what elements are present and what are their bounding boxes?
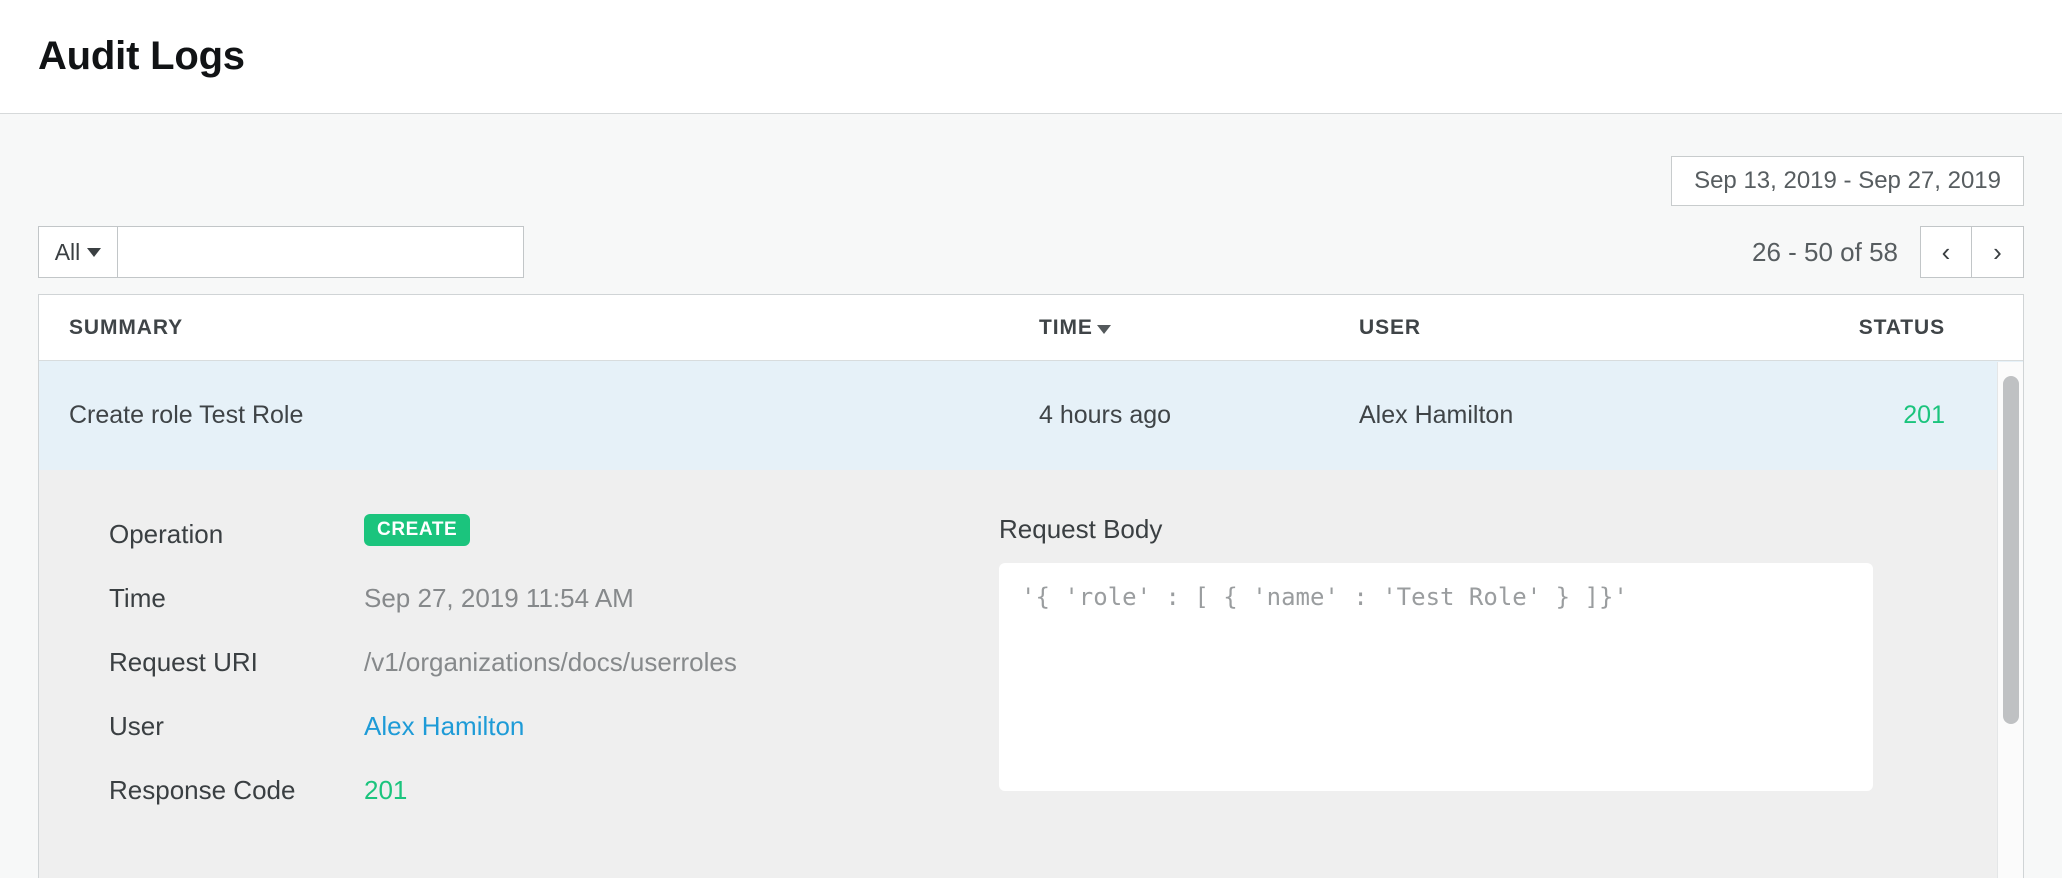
row-time: 4 hours ago — [1039, 401, 1359, 430]
chevron-left-icon: ‹ — [1942, 237, 1951, 268]
search-input[interactable] — [118, 226, 524, 278]
column-header-status[interactable]: STATUS — [1689, 316, 2023, 340]
request-body-section: Request Body '{ 'role' : [ { 'name' : 'T… — [999, 514, 2023, 834]
detail-label-user: User — [109, 706, 364, 746]
prev-page-button[interactable]: ‹ — [1920, 226, 1972, 278]
row-status: 201 — [1689, 401, 2023, 430]
row-detail-panel: Operation CREATE Time Sep 27, 2019 11:54… — [39, 470, 2023, 878]
detail-label-request-uri: Request URI — [109, 642, 364, 682]
pager-buttons: ‹ › — [1920, 226, 2024, 278]
detail-label-operation: Operation — [109, 514, 364, 554]
detail-value-response-code: 201 — [364, 770, 407, 810]
column-header-summary[interactable]: SUMMARY — [39, 316, 1039, 340]
filter-dropdown[interactable]: All — [38, 226, 118, 278]
detail-value-time: Sep 27, 2019 11:54 AM — [364, 578, 634, 618]
detail-fields: Operation CREATE Time Sep 27, 2019 11:54… — [39, 514, 999, 834]
row-summary: Create role Test Role — [39, 401, 1039, 430]
operation-badge: CREATE — [364, 514, 470, 546]
table-scrollbar[interactable] — [1997, 362, 2023, 878]
sort-descending-icon — [1097, 325, 1111, 334]
request-body-title: Request Body — [999, 514, 1873, 545]
pagination-range-label: 26 - 50 of 58 — [1752, 237, 1898, 268]
page-title: Audit Logs — [38, 34, 245, 79]
detail-value-user-link[interactable]: Alex Hamilton — [364, 706, 524, 746]
detail-label-response-code: Response Code — [109, 770, 364, 810]
request-body-content[interactable]: '{ 'role' : [ { 'name' : 'Test Role' } ]… — [999, 563, 1873, 791]
audit-logs-table: SUMMARY TIME USER STATUS Create role Tes… — [38, 294, 2024, 878]
date-range-label: Sep 13, 2019 - Sep 27, 2019 — [1694, 167, 2001, 195]
table-header-row: SUMMARY TIME USER STATUS — [39, 295, 2023, 361]
page-header: Audit Logs — [0, 0, 2062, 114]
pagination: 26 - 50 of 58 ‹ › — [1752, 226, 2024, 278]
next-page-button[interactable]: › — [1972, 226, 2024, 278]
detail-field-request-uri: Request URI /v1/organizations/docs/userr… — [109, 642, 999, 688]
detail-value-request-uri: /v1/organizations/docs/userroles — [364, 642, 737, 682]
table-row[interactable]: Create role Test Role 4 hours ago Alex H… — [39, 361, 2023, 470]
page-body: Sep 13, 2019 - Sep 27, 2019 All 26 - 50 … — [0, 114, 2062, 878]
date-range-picker[interactable]: Sep 13, 2019 - Sep 27, 2019 — [1671, 156, 2024, 206]
filter-group: All — [38, 226, 524, 278]
detail-label-time: Time — [109, 578, 364, 618]
table-scrollbar-thumb[interactable] — [2003, 376, 2019, 724]
detail-field-user: User Alex Hamilton — [109, 706, 999, 752]
column-header-user[interactable]: USER — [1359, 316, 1689, 340]
date-range-row: Sep 13, 2019 - Sep 27, 2019 — [38, 114, 2024, 206]
detail-field-response-code: Response Code 201 — [109, 770, 999, 816]
filter-dropdown-label: All — [55, 239, 81, 266]
column-header-time[interactable]: TIME — [1039, 316, 1359, 340]
detail-field-time: Time Sep 27, 2019 11:54 AM — [109, 578, 999, 624]
detail-field-operation: Operation CREATE — [109, 514, 999, 560]
chevron-right-icon: › — [1993, 237, 2002, 268]
controls-row: All 26 - 50 of 58 ‹ › — [38, 226, 2024, 278]
column-header-time-label: TIME — [1039, 316, 1093, 340]
chevron-down-icon — [87, 248, 101, 257]
row-user: Alex Hamilton — [1359, 401, 1689, 430]
